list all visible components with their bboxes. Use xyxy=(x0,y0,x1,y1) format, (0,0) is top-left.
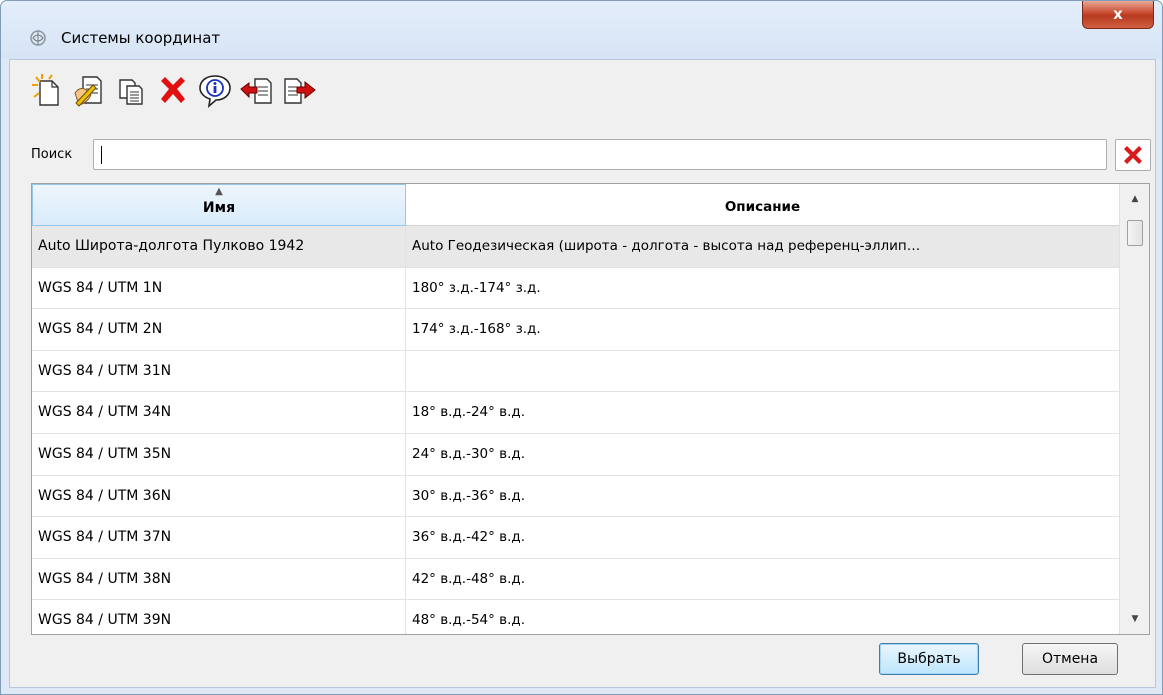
table-row[interactable]: WGS 84 / UTM 36N 30° в.д.-36° в.д. xyxy=(32,475,1120,518)
table-header: ▲ Имя Описание xyxy=(32,184,1120,226)
copy-icon xyxy=(119,79,143,105)
vertical-scrollbar[interactable]: ▲ ▼ xyxy=(1119,184,1149,634)
export-icon xyxy=(284,78,316,104)
cell-description: 174° з.д.-168° з.д. xyxy=(406,309,1120,350)
clear-icon xyxy=(1124,146,1142,164)
cell-name: WGS 84 / UTM 2N xyxy=(32,309,406,350)
coordinate-systems-table: ▲ Имя Описание Auto Широта-долгота Пулко… xyxy=(31,183,1150,635)
table-row[interactable]: WGS 84 / UTM 35N 24° в.д.-30° в.д. xyxy=(32,433,1120,476)
cell-name: WGS 84 / UTM 38N xyxy=(32,558,406,600)
cell-description: 48° в.д.-54° в.д. xyxy=(406,600,1120,634)
table-row[interactable]: WGS 84 / UTM 31N xyxy=(32,350,1120,393)
table-row[interactable]: WGS 84 / UTM 39N 48° в.д.-54° в.д. xyxy=(32,600,1120,634)
cell-description: 24° в.д.-30° в.д. xyxy=(406,433,1120,475)
cell-description: 36° в.д.-42° в.д. xyxy=(406,517,1120,558)
table-body: Auto Широта-долгота Пулково 1942 Auto Ге… xyxy=(32,226,1120,634)
cell-name: WGS 84 / UTM 39N xyxy=(32,600,406,634)
new-document-icon xyxy=(32,74,59,106)
column-header-name[interactable]: ▲ Имя xyxy=(32,184,406,226)
import-icon xyxy=(240,78,272,104)
scrollbar-thumb[interactable] xyxy=(1127,220,1143,246)
cell-name: Auto Широта-долгота Пулково 1942 xyxy=(32,226,406,267)
cell-description xyxy=(406,350,1120,392)
import-button[interactable] xyxy=(239,71,275,111)
edit-document-icon xyxy=(74,76,102,107)
scroll-down-arrow-icon[interactable]: ▼ xyxy=(1120,604,1149,634)
cell-description: 42° в.д.-48° в.д. xyxy=(406,558,1120,600)
column-header-label: Имя xyxy=(202,200,236,216)
table-row[interactable]: WGS 84 / UTM 1N 180° з.д.-174° з.д. xyxy=(32,267,1120,310)
cell-description: 180° з.д.-174° з.д. xyxy=(406,267,1120,309)
info-icon xyxy=(199,75,231,108)
column-header-description[interactable]: Описание xyxy=(406,184,1120,226)
edit-button[interactable] xyxy=(71,71,107,111)
table-row[interactable]: WGS 84 / UTM 38N 42° в.д.-48° в.д. xyxy=(32,558,1120,601)
table-row[interactable]: WGS 84 / UTM 37N 36° в.д.-42° в.д. xyxy=(32,517,1120,559)
clear-search-button[interactable] xyxy=(1115,139,1151,171)
cell-description: Auto Геодезическая (широта - долгота - в… xyxy=(406,226,1120,267)
close-button[interactable]: x xyxy=(1082,1,1154,29)
table-row[interactable]: WGS 84 / UTM 34N 18° в.д.-24° в.д. xyxy=(32,392,1120,434)
delete-button[interactable] xyxy=(155,71,191,111)
table-row[interactable]: WGS 84 / UTM 2N 174° з.д.-168° з.д. xyxy=(32,309,1120,351)
coordinate-system-icon xyxy=(30,30,46,46)
search-label: Поиск xyxy=(31,147,73,162)
cell-name: WGS 84 / UTM 36N xyxy=(32,475,406,517)
window-title: Системы координат xyxy=(61,29,221,47)
cell-name: WGS 84 / UTM 1N xyxy=(32,267,406,309)
toolbar xyxy=(29,71,317,115)
dialog-window: Системы координат x Поиск ▲ Имя Описание… xyxy=(0,0,1163,695)
cell-name: WGS 84 / UTM 35N xyxy=(32,433,406,475)
cell-description: 18° в.д.-24° в.д. xyxy=(406,392,1120,433)
close-icon: x xyxy=(1113,5,1123,23)
text-caret xyxy=(101,146,102,164)
title-bar[interactable]: Системы координат x xyxy=(1,1,1162,59)
select-button[interactable]: Выбрать xyxy=(879,643,979,675)
cancel-button[interactable]: Отмена xyxy=(1022,643,1118,675)
cell-name: WGS 84 / UTM 34N xyxy=(32,392,406,433)
cell-name: WGS 84 / UTM 37N xyxy=(32,517,406,558)
cell-name: WGS 84 / UTM 31N xyxy=(32,350,406,392)
table-row[interactable]: Auto Широта-долгота Пулково 1942 Auto Ге… xyxy=(32,226,1120,268)
delete-icon xyxy=(161,77,185,103)
export-button[interactable] xyxy=(281,71,317,111)
new-button[interactable] xyxy=(29,71,65,111)
cell-description: 30° в.д.-36° в.д. xyxy=(406,475,1120,517)
copy-button[interactable] xyxy=(113,71,149,111)
column-header-label: Описание xyxy=(724,199,801,215)
search-input[interactable] xyxy=(93,139,1107,170)
info-button[interactable] xyxy=(197,71,233,111)
scroll-up-arrow-icon[interactable]: ▲ xyxy=(1120,184,1149,214)
sort-ascending-icon: ▲ xyxy=(215,186,223,197)
